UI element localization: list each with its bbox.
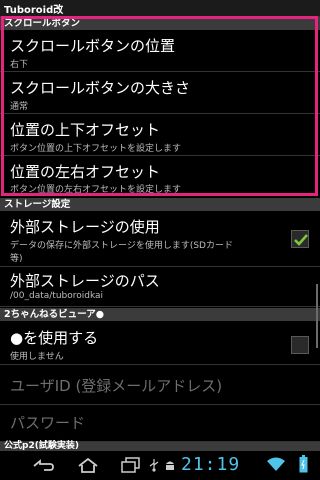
pref-title: 外部ストレージのパス xyxy=(10,272,160,290)
pref-title: 外部ストレージの使用 xyxy=(10,218,160,236)
pref-title: ●を使用する xyxy=(10,329,99,347)
recent-apps-icon[interactable] xyxy=(120,457,142,477)
pref-summary: ボタン位置の左右オフセットを設定します xyxy=(10,185,182,195)
android-debug-icon xyxy=(163,457,177,476)
pref-summary-cont: 等) xyxy=(10,254,23,264)
pref-summary: /00_data/tuboroidkai xyxy=(10,291,104,301)
app-title: Tuboroid改 xyxy=(4,5,64,16)
section-header-scroll-button: スクロールボタン xyxy=(0,17,320,30)
app-title-bar: Tuboroid改 xyxy=(0,0,320,17)
section-header-2ch-viewer: 2ちゃんねるビューア● xyxy=(0,308,320,321)
clock: 21:19 xyxy=(181,454,241,475)
pref-scroll-button-position[interactable]: スクロールボタンの位置 右下 xyxy=(0,30,320,72)
pref-title: スクロールボタンの位置 xyxy=(10,37,176,55)
battery-icon xyxy=(299,455,308,477)
pref-summary: ボタン位置の上下オフセットを設定します xyxy=(10,144,182,154)
pref-password[interactable]: パスワード xyxy=(0,405,320,442)
use-maru-checkbox[interactable] xyxy=(291,336,309,354)
home-icon[interactable] xyxy=(76,457,100,477)
pref-title: 位置の上下オフセット xyxy=(10,121,161,139)
pref-scroll-button-size[interactable]: スクロールボタンの大きさ 通常 xyxy=(0,72,320,114)
checkmark-icon xyxy=(294,234,308,246)
pref-summary: 使用しません xyxy=(10,352,64,362)
section-header-storage: ストレージ設定 xyxy=(0,198,320,211)
pref-title: 位置の左右オフセット xyxy=(10,163,161,181)
pref-title: スクロールボタンの大きさ xyxy=(10,79,191,97)
pref-vertical-offset[interactable]: 位置の上下オフセット ボタン位置の上下オフセットを設定します xyxy=(0,114,320,156)
usb-icon xyxy=(148,457,160,476)
pref-title: パスワード xyxy=(10,414,86,432)
pref-user-id[interactable]: ユーザID (登録メールアドレス) xyxy=(0,365,320,405)
pref-use-maru[interactable]: ●を使用する 使用しません xyxy=(0,321,320,365)
pref-summary: 通常 xyxy=(10,102,29,112)
pref-summary: 右下 xyxy=(10,60,29,70)
pref-external-storage-path[interactable]: 外部ストレージのパス /00_data/tuboroidkai xyxy=(0,267,320,307)
system-bar: 21:19 xyxy=(0,451,320,480)
pref-title: ユーザID (登録メールアドレス) xyxy=(10,377,223,395)
wifi-icon xyxy=(266,456,286,476)
pref-use-external-storage[interactable]: 外部ストレージの使用 データの保存に外部ストレージを使用します(SDカード 等) xyxy=(0,211,320,267)
external-storage-checkbox[interactable] xyxy=(291,230,309,248)
pref-horizontal-offset[interactable]: 位置の左右オフセット ボタン位置の左右オフセットを設定します xyxy=(0,156,320,196)
back-icon[interactable] xyxy=(30,457,56,477)
scrollbar[interactable] xyxy=(316,284,318,348)
section-header-p2: 公式p2(試験実装) xyxy=(0,442,320,451)
pref-summary: データの保存に外部ストレージを使用します(SDカード xyxy=(10,241,233,251)
